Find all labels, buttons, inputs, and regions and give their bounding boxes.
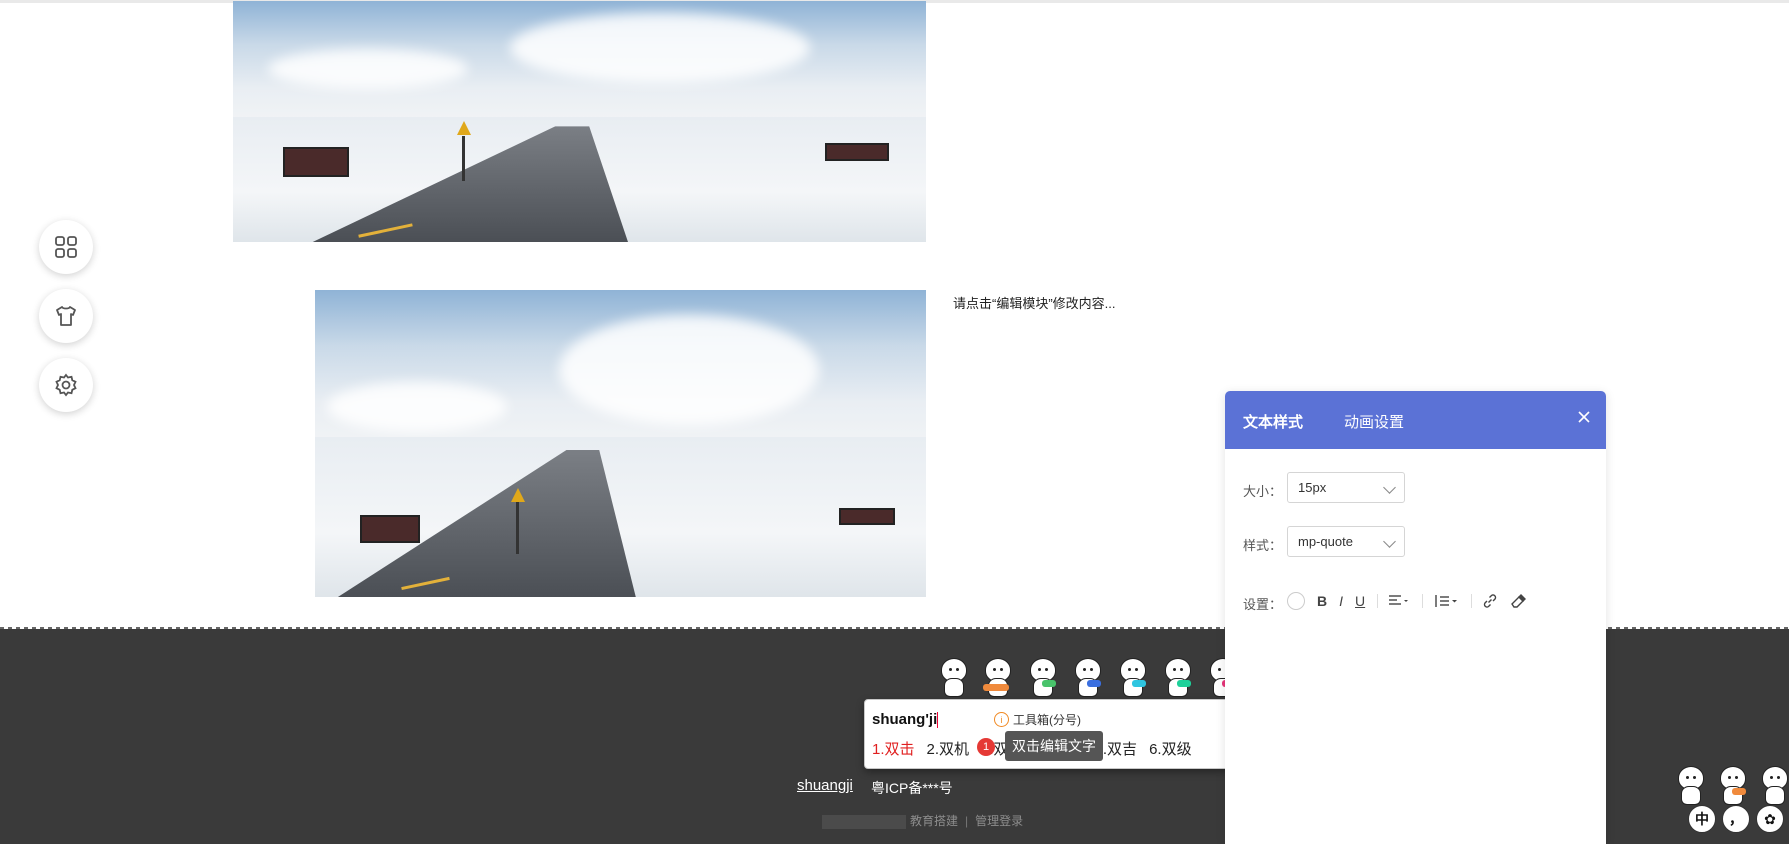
mascot: [983, 658, 1011, 697]
style-value: mp-quote: [1298, 534, 1353, 549]
editing-text[interactable]: shuangji: [797, 777, 853, 794]
cloud: [267, 49, 468, 90]
mascot: [1163, 658, 1191, 697]
sign-pole: [462, 136, 465, 181]
ime-status-bar: 中 ， ✿: [1688, 805, 1784, 833]
tab-text-style[interactable]: 文本样式: [1243, 411, 1303, 432]
snow-road-image-1[interactable]: [233, 1, 926, 242]
format-toolbar: B I U: [1287, 592, 1538, 610]
ime-punctuation-toggle[interactable]: ，: [1722, 805, 1750, 833]
chevron-down-icon: [1383, 481, 1396, 494]
icp-record[interactable]: 粤ICP备***号: [871, 778, 953, 798]
close-icon[interactable]: [1576, 409, 1592, 425]
toolbar-divider: [1422, 594, 1424, 608]
theme-button[interactable]: [39, 289, 93, 343]
align-button[interactable]: [1388, 594, 1410, 608]
cloud: [559, 314, 820, 425]
toolbar-divider: [1377, 594, 1379, 608]
settings-label: 设置：: [1243, 597, 1283, 612]
ime-toolbox[interactable]: i 工具箱(分号): [994, 711, 1081, 728]
size-label: 大小：: [1243, 484, 1283, 499]
ime-candidate[interactable]: 6.双级: [1149, 741, 1192, 758]
mascot: [1718, 766, 1746, 805]
text-style-panel: 文本样式 动画设置: [1225, 391, 1606, 844]
admin-login-link[interactable]: 管理登录: [975, 814, 1023, 828]
mascot: [1760, 766, 1788, 805]
ime-composition: shuang'ji: [872, 711, 939, 729]
notification-badge: 1: [977, 738, 995, 756]
truck: [839, 508, 895, 525]
footer-links: 教育搭建 | 管理登录: [822, 812, 1023, 829]
tshirt-icon: [56, 306, 76, 326]
info-icon: i: [994, 712, 1009, 727]
style-label: 样式：: [1243, 538, 1283, 553]
underline-button[interactable]: U: [1355, 593, 1365, 609]
bold-button[interactable]: B: [1317, 593, 1327, 609]
mascot: [939, 658, 967, 697]
cloud: [327, 382, 508, 433]
tab-animation[interactable]: 动画设置: [1344, 411, 1404, 432]
mascot: [1073, 658, 1101, 697]
link-button[interactable]: [1482, 593, 1498, 609]
warning-sign: [511, 488, 525, 502]
mascot: [1676, 766, 1704, 805]
content-hint-text[interactable]: 请点击“编辑模块”修改内容...: [953, 293, 1116, 312]
apps-grid-icon: [55, 236, 77, 258]
ime-settings-icon[interactable]: ✿: [1756, 805, 1784, 833]
snow-road-image-2[interactable]: [315, 290, 926, 597]
warning-sign: [457, 121, 471, 135]
align-left-icon: [1389, 595, 1409, 605]
size-select[interactable]: 15px: [1287, 472, 1405, 503]
sign-pole: [516, 502, 519, 554]
footer-link-partial[interactable]: 教育搭建: [910, 814, 958, 828]
settings-button[interactable]: [39, 358, 93, 412]
style-select[interactable]: mp-quote: [1287, 526, 1405, 557]
ime-toolbox-label: 工具箱(分号): [1013, 713, 1081, 727]
mascot: [1028, 658, 1056, 697]
edit-tooltip: 双击编辑文字: [1005, 731, 1103, 761]
ime-composition-text: shuang'ji: [872, 711, 938, 728]
cloud: [510, 13, 811, 84]
mascot: [1118, 658, 1146, 697]
modules-button[interactable]: [39, 220, 93, 274]
size-value: 15px: [1298, 480, 1327, 495]
ime-caret: [937, 712, 939, 729]
line-height-icon: [1435, 595, 1458, 607]
italic-button[interactable]: I: [1339, 593, 1343, 609]
clear-format-button[interactable]: [1510, 593, 1527, 609]
eraser-icon: [1511, 594, 1527, 608]
link-icon: [1483, 594, 1497, 608]
truck: [283, 147, 349, 177]
gear-icon: [55, 373, 77, 397]
ime-language-toggle[interactable]: 中: [1688, 805, 1716, 833]
truck: [360, 515, 420, 543]
ime-candidate[interactable]: 2.双机: [927, 741, 970, 758]
ime-candidate[interactable]: 1.双击: [872, 741, 915, 758]
toolbar-divider: [1471, 594, 1473, 608]
truck: [825, 143, 889, 161]
color-picker[interactable]: [1287, 592, 1305, 610]
blurred-text: [822, 814, 906, 829]
footer-separator: |: [965, 814, 969, 828]
line-height-button[interactable]: [1433, 594, 1459, 608]
chevron-down-icon: [1383, 535, 1396, 548]
panel-header: 文本样式 动画设置: [1225, 391, 1606, 449]
